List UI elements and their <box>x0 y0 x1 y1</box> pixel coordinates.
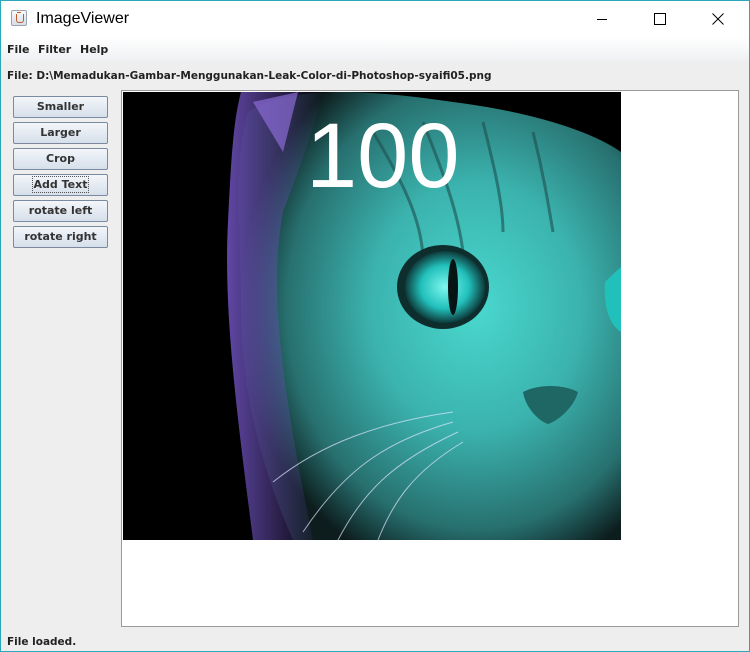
app-window: ImageViewer File Filter Help File: D:\Me… <box>0 0 750 652</box>
rotate-left-button[interactable]: rotate left <box>13 200 108 222</box>
maximize-icon <box>654 13 666 25</box>
java-app-icon[interactable] <box>11 10 27 26</box>
title-bar[interactable]: ImageViewer <box>1 1 749 37</box>
menu-help[interactable]: Help <box>80 43 108 56</box>
window-title: ImageViewer <box>36 10 130 27</box>
status-bar-text: File loaded. <box>7 636 77 648</box>
add-text-button[interactable]: Add Text <box>13 174 108 196</box>
minimize-icon <box>597 19 607 20</box>
rotate-right-button-label: rotate right <box>24 230 97 243</box>
cat-photo: 100 <box>123 92 621 540</box>
close-button[interactable] <box>689 1 747 37</box>
larger-button[interactable]: Larger <box>13 122 108 144</box>
smaller-button-label: Smaller <box>36 100 85 113</box>
add-text-button-label: Add Text <box>31 176 90 193</box>
crop-button-label: Crop <box>46 152 75 165</box>
file-path-label: File: D:\Memadukan-Gambar-Menggunakan-Le… <box>7 70 492 82</box>
image-panel[interactable]: 100 <box>121 90 739 627</box>
minimize-button[interactable] <box>573 1 631 37</box>
menu-bar: File Filter Help <box>1 37 749 61</box>
maximize-button[interactable] <box>631 1 689 37</box>
menu-filter[interactable]: Filter <box>38 43 71 56</box>
overlay-text: 100 <box>306 105 460 207</box>
larger-button-label: Larger <box>40 126 81 139</box>
menu-file[interactable]: File <box>7 43 30 56</box>
smaller-button[interactable]: Smaller <box>13 96 108 118</box>
crop-button[interactable]: Crop <box>13 148 108 170</box>
rotate-right-button[interactable]: rotate right <box>13 226 108 248</box>
close-icon <box>712 13 724 25</box>
rotate-left-button-label: rotate left <box>28 204 93 217</box>
